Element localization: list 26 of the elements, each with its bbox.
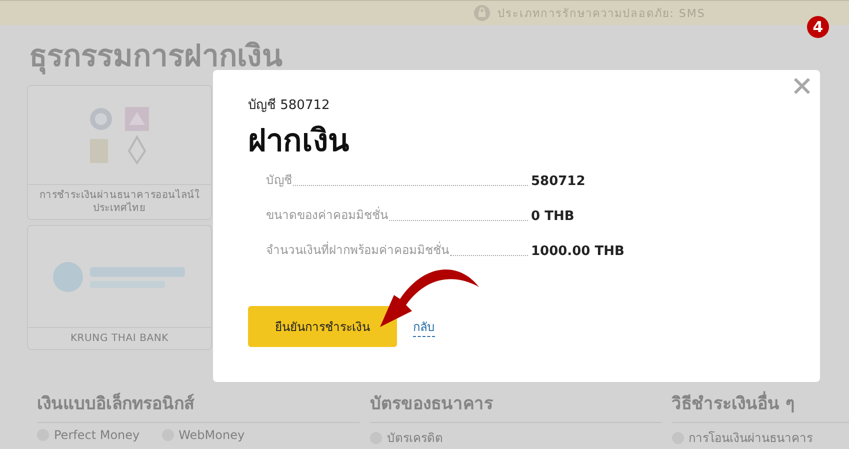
row-value: 0 THB xyxy=(531,209,574,224)
row-label: บัญชี xyxy=(266,172,292,189)
row-value: 1000.00 THB xyxy=(531,244,624,259)
dialog-title: ฝากเงิน xyxy=(248,122,349,161)
row-label: จำนวนเงินที่ฝากพร้อมค่าคอมมิชชั่น xyxy=(266,240,449,259)
payment-option[interactable]: การโอนเงินผ่านธนาคาร xyxy=(672,428,813,447)
card-caption: ประเทศไทย xyxy=(93,202,146,215)
card-caption: การชำระเงินผ่านธนาคารออนไลน์ใ xyxy=(39,189,200,202)
lock-icon xyxy=(474,5,490,21)
page-title: ธุรกรรมการฝากเงิน xyxy=(29,39,284,75)
section-title: บัตรของธนาคาร xyxy=(370,389,662,423)
row-label: ขนาดของค่าคอมมิชชั่น xyxy=(266,206,388,224)
payment-method-card[interactable]: การชำระเงินผ่านธนาคารออนไลน์ใ ประเทศไทย xyxy=(27,85,212,220)
card-caption: KRUNG THAI BANK xyxy=(70,332,169,345)
step-badge: 4 xyxy=(807,16,829,38)
confirm-payment-button[interactable]: ยืนยันการชำระเงิน xyxy=(248,306,397,347)
payment-option[interactable]: Perfect Money xyxy=(37,428,140,442)
section-title: เงินแบบอิเล็กทรอนิกส์ xyxy=(37,389,360,423)
back-link[interactable]: กลับ xyxy=(413,316,435,336)
account-caption: บัญชี 580712 xyxy=(248,96,330,115)
close-button[interactable] xyxy=(792,76,812,96)
payment-method-card[interactable]: KRUNG THAI BANK xyxy=(27,225,212,350)
payment-option[interactable]: WebMoney xyxy=(162,428,245,442)
row-value: 580712 xyxy=(531,174,586,189)
payment-option[interactable]: บัตรเครดิต xyxy=(370,428,444,447)
section-title: วิธีชำระเงินอื่น ๆ xyxy=(672,389,849,423)
